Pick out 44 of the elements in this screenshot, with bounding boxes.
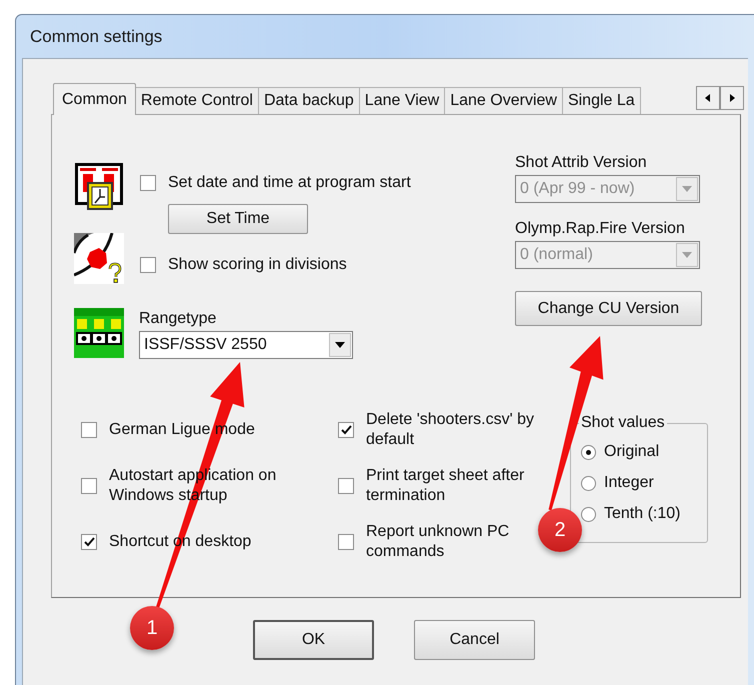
checkbox-label: Delete 'shooters.csv' by default: [366, 410, 535, 450]
field-label: Shot Attrib Version: [515, 153, 648, 173]
checkbox[interactable]: [140, 175, 156, 191]
ok-button[interactable]: OK: [253, 620, 374, 660]
shooting-lanes-icon: [74, 308, 124, 358]
right-arrow-icon: [727, 92, 737, 104]
checkbox[interactable]: [338, 478, 354, 494]
radio-button[interactable]: [581, 444, 596, 460]
window-title: Common settings: [30, 26, 162, 48]
radio-label: Integer: [604, 473, 654, 493]
tab[interactable]: Common: [53, 83, 136, 115]
tab[interactable]: Single La: [562, 87, 641, 114]
radio-button[interactable]: [581, 476, 596, 490]
field-label: Olymp.Rap.Fire Version: [515, 219, 686, 239]
dropdown-arrow-icon: [682, 252, 692, 258]
change-cu-version-button[interactable]: Change CU Version: [515, 291, 702, 326]
checkbox-label: Show scoring in divisions: [168, 255, 347, 275]
radio-button[interactable]: [581, 506, 596, 522]
checkbox-label: Report unknown PC commands: [366, 522, 510, 562]
checkbox[interactable]: [338, 534, 354, 550]
calendar-clock-icon: [74, 161, 124, 211]
tab[interactable]: Lane View: [358, 87, 446, 114]
checkbox[interactable]: [81, 478, 97, 494]
field-label: Rangetype: [139, 309, 218, 329]
tab[interactable]: Remote Control: [134, 87, 259, 114]
cancel-button[interactable]: Cancel: [414, 620, 535, 660]
radio-label: Original: [604, 442, 660, 462]
checkbox[interactable]: [338, 422, 354, 438]
checkbox[interactable]: [81, 534, 97, 550]
dropdown[interactable]: ISSF/SSSV 2550: [139, 331, 353, 359]
target-icon: [74, 233, 124, 284]
left-arrow-icon: [703, 92, 713, 104]
radio-label: Tenth (:10): [604, 504, 680, 524]
scroll-left-button[interactable]: [696, 86, 720, 110]
checkbox[interactable]: [140, 257, 156, 273]
dropdown-arrow-icon: [682, 186, 692, 192]
tab[interactable]: Lane Overview: [444, 87, 563, 114]
checkbox[interactable]: [81, 422, 97, 438]
checkbox-label: Set date and time at program start: [168, 173, 411, 193]
dropdown-arrow-icon: [335, 342, 345, 348]
checkbox-label: Print target sheet after termination: [366, 466, 526, 506]
scroll-right-button[interactable]: [720, 86, 744, 110]
tab[interactable]: Data backup: [258, 87, 360, 114]
set-time-button[interactable]: Set Time: [168, 204, 308, 234]
